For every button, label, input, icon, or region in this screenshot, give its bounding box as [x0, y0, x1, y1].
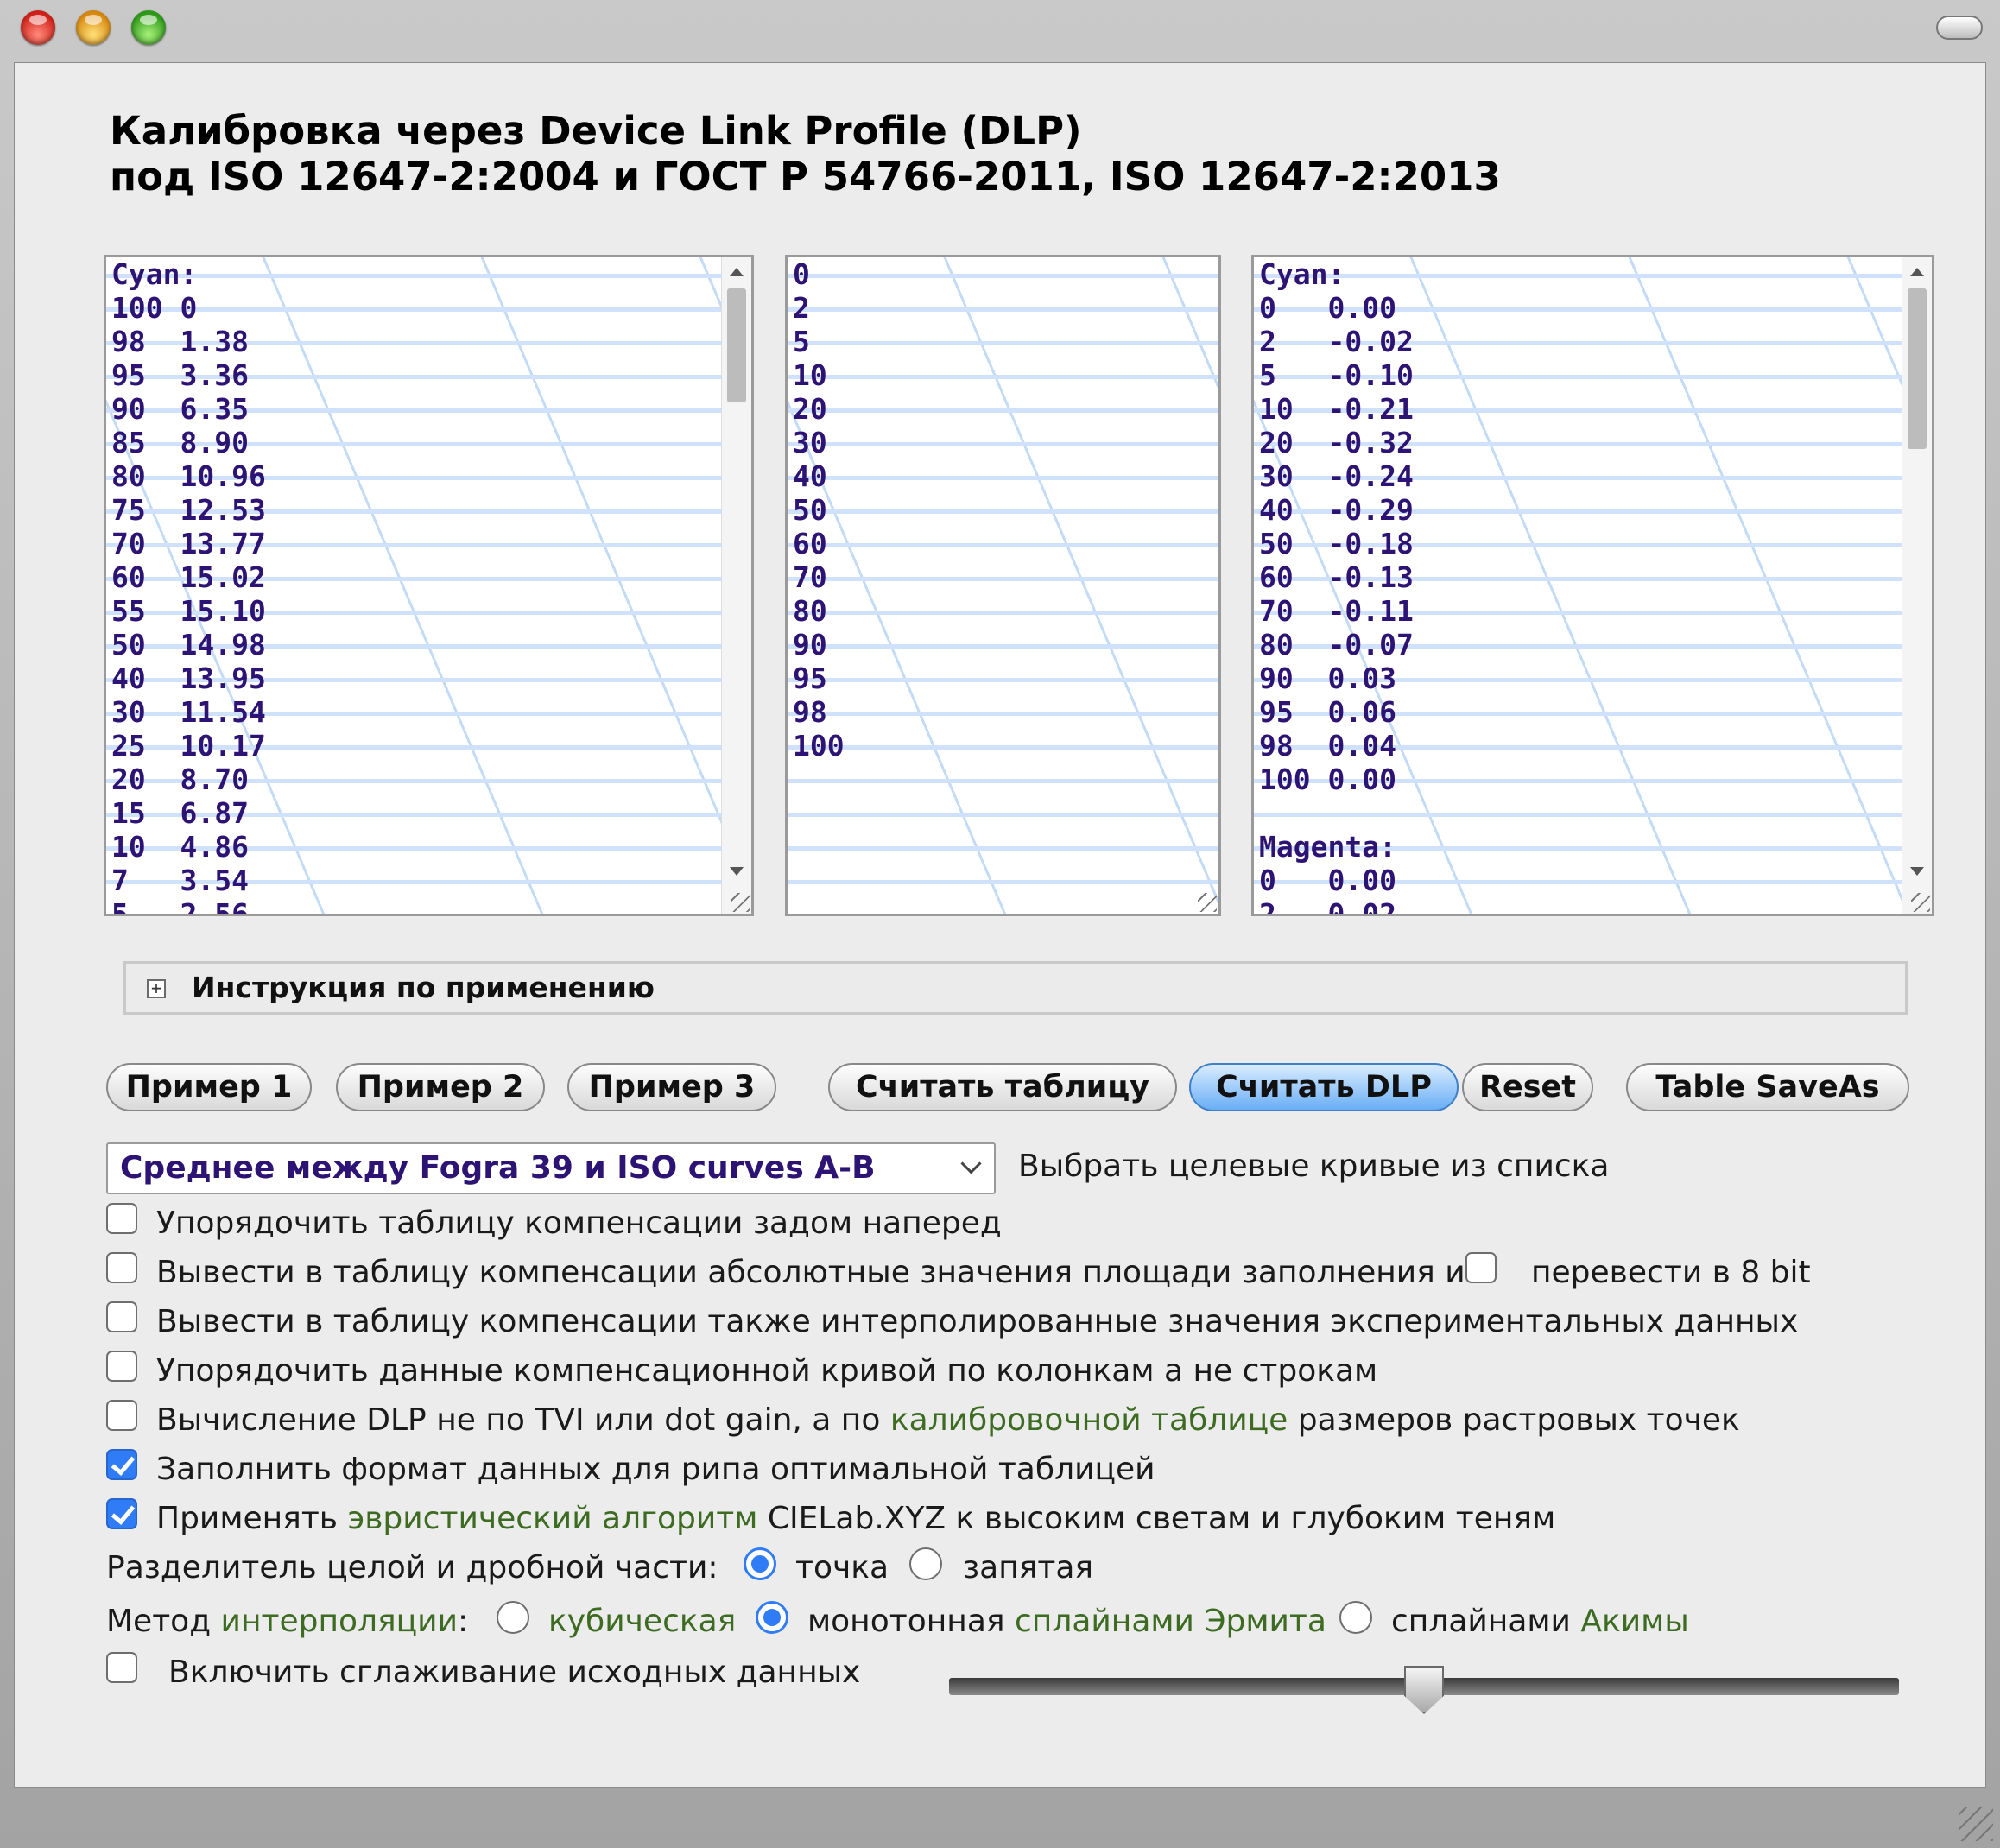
eight-bit-label: перевести в 8 bit	[1531, 1255, 1811, 1290]
instructions-disclosure[interactable]: + Инструкция по применению	[123, 961, 1908, 1015]
heuristic-algorithm-link[interactable]: эвристический алгоритм	[347, 1501, 757, 1536]
scroll-up-arrow-icon[interactable]	[1910, 268, 1924, 276]
example-1-button[interactable]: Пример 1	[106, 1063, 312, 1111]
eight-bit-checkbox[interactable]	[1465, 1252, 1497, 1283]
target-curves-hint: Выбрать целевые кривые из списка	[1018, 1149, 1610, 1184]
interpolated-checkbox[interactable]	[106, 1301, 137, 1332]
title-line-1: Калибровка через Device Link Profile (DL…	[110, 108, 1082, 154]
reset-button[interactable]: Reset	[1462, 1063, 1593, 1111]
smoothing-slider[interactable]	[949, 1666, 1899, 1728]
levels-text: 0 2 5 10 20 30 40 50 60 70 80 90 95 98 1…	[793, 257, 845, 763]
akima-prefix: сплайнами	[1391, 1604, 1581, 1639]
levels-textarea[interactable]: 0 2 5 10 20 30 40 50 60 70 80 90 95 98 1…	[785, 255, 1221, 916]
dlp-calc-suffix: размеров растровых точек	[1288, 1402, 1740, 1438]
heuristic-prefix: Применять	[156, 1501, 348, 1536]
interpolation-colon: :	[457, 1604, 469, 1639]
read-dlp-button[interactable]: Считать DLP	[1189, 1063, 1459, 1111]
resize-grip-icon[interactable]	[731, 893, 750, 912]
heuristic-checkbox[interactable]	[106, 1498, 137, 1529]
scroll-thumb[interactable]	[1908, 288, 1927, 449]
akima-label: сплайнами Акимы	[1391, 1601, 1689, 1642]
dlp-calc-label: Вычисление DLP не по TVI или dot gain, а…	[156, 1400, 1740, 1441]
dlp-calc-checkbox[interactable]	[106, 1400, 137, 1431]
cubic-label: кубическая	[548, 1604, 737, 1639]
toolbar-toggle-icon[interactable]	[1936, 16, 1983, 40]
window-resize-grip-icon[interactable]	[1959, 1807, 1993, 1841]
close-window-icon[interactable]	[21, 10, 55, 45]
scroll-down-arrow-icon[interactable]	[1910, 867, 1924, 876]
slider-thumb[interactable]	[1404, 1666, 1444, 1714]
resize-grip-icon[interactable]	[1198, 893, 1217, 912]
akima-link[interactable]: Акимы	[1580, 1604, 1688, 1639]
separator-dot-radio[interactable]	[744, 1547, 776, 1580]
interpolation-label: Метод интерполяции:	[106, 1601, 468, 1642]
heuristic-suffix: CIELab.XYZ к высоким светам и глубоким т…	[757, 1501, 1556, 1536]
separator-comma-label: запятая	[963, 1550, 1094, 1585]
zoom-window-icon[interactable]	[131, 10, 166, 45]
read-table-button[interactable]: Считать таблицу	[828, 1063, 1177, 1111]
smoothing-checkbox[interactable]	[106, 1652, 137, 1683]
interpolation-prefix: Метод	[106, 1604, 221, 1639]
app-window: Калибровка через Device Link Profile (DL…	[0, 0, 2000, 1848]
reverse-table-checkbox[interactable]	[106, 1203, 137, 1234]
decimal-separator-label: Разделитель целой и дробной части:	[106, 1550, 718, 1585]
source-data-textarea[interactable]: Cyan: 100 0 98 1.38 95 3.36 90 6.35 85 8…	[104, 255, 754, 916]
target-curves-select[interactable]: Среднее между Fogra 39 и ISO curves A-B	[106, 1142, 996, 1194]
content-area: Калибровка через Device Link Profile (DL…	[14, 62, 1986, 1788]
result-textarea[interactable]: Cyan: 0 0.00 2 -0.02 5 -0.10 10 -0.21 20…	[1251, 255, 1934, 916]
fill-format-checkbox[interactable]	[106, 1449, 137, 1480]
monotone-label: монотонная сплайнами Эрмита	[807, 1601, 1326, 1642]
page-title: Калибровка через Device Link Profile (DL…	[110, 108, 1501, 199]
hermite-link[interactable]: сплайнами Эрмита	[1015, 1604, 1326, 1639]
interpolated-label: Вывести в таблицу компенсации также инте…	[156, 1304, 1799, 1339]
absolute-values-label: Вывести в таблицу компенсации абсолютные…	[156, 1255, 1465, 1290]
interpolation-link[interactable]: интерполяции	[221, 1604, 458, 1639]
calibration-table-link[interactable]: калибровочной таблице	[890, 1402, 1288, 1438]
cubic-radio[interactable]	[497, 1601, 529, 1634]
reverse-table-label: Упорядочить таблицу компенсации задом на…	[156, 1206, 1002, 1241]
target-curves-selected: Среднее между Fogra 39 и ISO curves A-B	[120, 1150, 876, 1186]
heuristic-label: Применять эвристический алгоритм CIELab.…	[156, 1498, 1555, 1540]
separator-dot-label: точка	[795, 1550, 889, 1585]
table-save-as-button[interactable]: Table SaveAs	[1626, 1063, 1909, 1111]
akima-radio[interactable]	[1339, 1601, 1372, 1634]
plus-box-icon[interactable]: +	[147, 979, 166, 998]
example-3-button[interactable]: Пример 3	[567, 1063, 776, 1111]
by-columns-label: Упорядочить данные компенсационной криво…	[156, 1353, 1378, 1389]
bottom-bar	[0, 1789, 2000, 1848]
monotone-text: монотонная	[807, 1604, 1005, 1639]
separator-comma-radio[interactable]	[909, 1547, 942, 1580]
scroll-up-arrow-icon[interactable]	[730, 268, 744, 276]
result-scrollbar[interactable]	[1902, 257, 1932, 914]
resize-grip-icon[interactable]	[1911, 893, 1930, 912]
monotone-radio[interactable]	[756, 1601, 788, 1634]
example-2-button[interactable]: Пример 2	[336, 1063, 545, 1111]
dlp-calc-prefix: Вычисление DLP не по TVI или dot gain, а…	[156, 1402, 890, 1438]
source-data-scrollbar[interactable]	[721, 257, 751, 914]
title-bar	[0, 0, 2000, 60]
smoothing-label: Включить сглаживание исходных данных	[168, 1655, 861, 1690]
scroll-thumb[interactable]	[727, 288, 746, 402]
scroll-down-arrow-icon[interactable]	[730, 867, 744, 876]
minimize-window-icon[interactable]	[76, 10, 111, 45]
chevron-down-icon	[960, 1153, 982, 1174]
instructions-label: Инструкция по применению	[192, 971, 655, 1004]
result-text: Cyan: 0 0.00 2 -0.02 5 -0.10 10 -0.21 20…	[1259, 257, 1414, 916]
fill-format-label: Заполнить формат данных для рипа оптимал…	[156, 1452, 1155, 1487]
by-columns-checkbox[interactable]	[106, 1351, 137, 1382]
source-data-text: Cyan: 100 0 98 1.38 95 3.36 90 6.35 85 8…	[111, 257, 266, 916]
absolute-values-checkbox[interactable]	[106, 1252, 137, 1283]
title-line-2: под ISO 12647-2:2004 и ГОСТ Р 54766-2011…	[110, 154, 1501, 199]
